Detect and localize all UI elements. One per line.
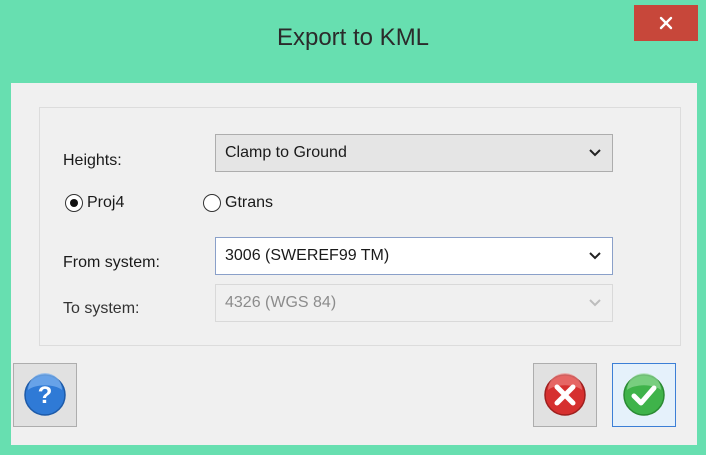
dialog-client-area: Heights: Clamp to Ground Proj4 Gtrans Fr… [11, 83, 697, 445]
chevron-down-icon [589, 149, 601, 157]
proj4-label: Proj4 [87, 194, 125, 211]
radio-selected-icon [65, 194, 83, 212]
cancel-button[interactable] [533, 363, 597, 427]
ok-check-icon [623, 373, 665, 416]
from-system-label: From system: [63, 254, 160, 271]
export-kml-dialog: Export to KML Heights: Clamp to Ground P… [0, 0, 706, 455]
from-system-value: 3006 (SWEREF99 TM) [225, 247, 390, 264]
to-system-label: To system: [63, 300, 140, 317]
cancel-icon [544, 373, 586, 416]
chevron-down-icon [589, 252, 601, 260]
gtrans-label: Gtrans [225, 194, 274, 211]
settings-group: Heights: Clamp to Ground Proj4 Gtrans Fr… [39, 107, 681, 346]
to-system-select[interactable]: 4326 (WGS 84) [215, 284, 613, 322]
close-icon [659, 16, 673, 30]
radio-unselected-icon [203, 194, 221, 212]
help-button[interactable]: ? [13, 363, 77, 427]
dialog-title: Export to KML [276, 24, 430, 51]
heights-value: Clamp to Ground [225, 144, 347, 161]
gtrans-radio[interactable]: Gtrans [203, 194, 273, 212]
chevron-down-icon [589, 299, 601, 307]
svg-text:?: ? [38, 382, 53, 409]
help-icon: ? [24, 373, 66, 416]
close-button[interactable] [634, 5, 698, 41]
heights-select[interactable]: Clamp to Ground [215, 134, 613, 172]
ok-button[interactable] [612, 363, 676, 427]
title-bar[interactable]: Export to KML [0, 0, 706, 84]
proj4-radio[interactable]: Proj4 [65, 194, 124, 212]
heights-label: Heights: [63, 152, 122, 169]
to-system-value: 4326 (WGS 84) [225, 294, 337, 311]
from-system-select[interactable]: 3006 (SWEREF99 TM) [215, 237, 613, 275]
